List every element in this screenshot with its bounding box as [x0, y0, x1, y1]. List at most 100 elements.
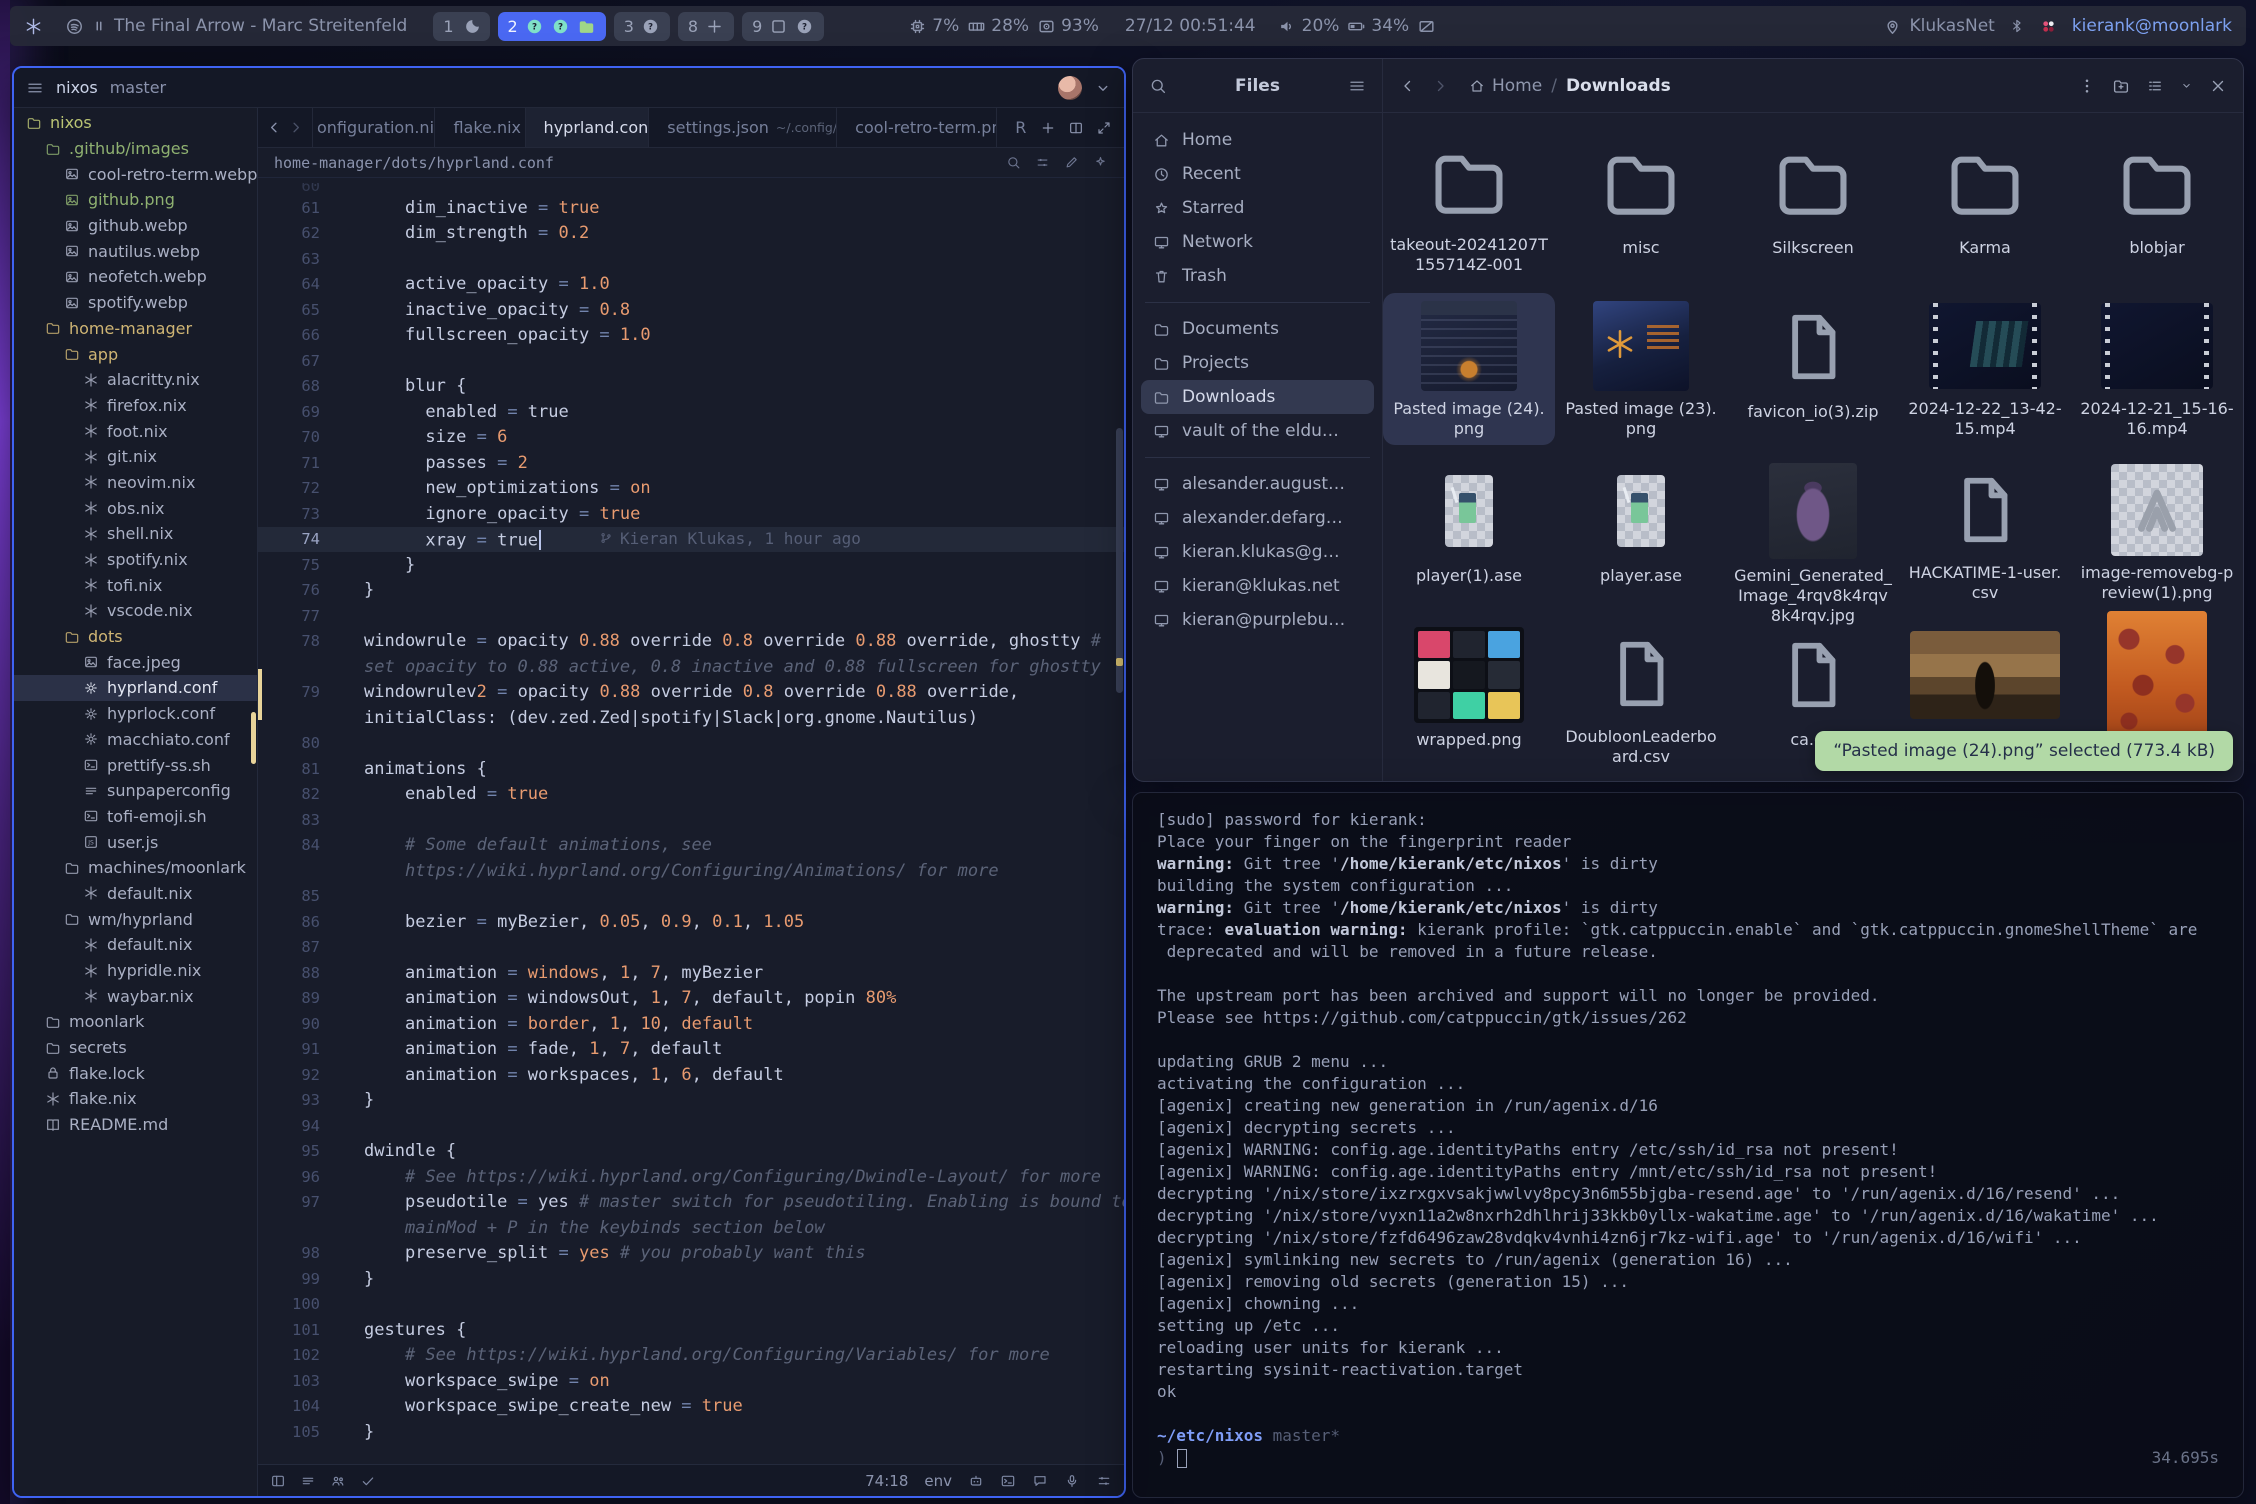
file-item-gemini-generated-image-4rqv8k4rqv8k4rqv.jpg[interactable]: Gemini_Generated_Image_4rqv8k4rqv8k4rqv.…	[1727, 457, 1899, 609]
terminal-panel-icon[interactable]	[1000, 1473, 1016, 1489]
media-module[interactable]: The Final Arrow - Marc Streitenfeld	[65, 16, 407, 36]
sidebar-item-home[interactable]: Home	[1141, 123, 1374, 157]
workspace-8[interactable]: 8	[678, 12, 734, 41]
file-item-pasted-image-(23).png[interactable]: Pasted image (23).png	[1555, 293, 1727, 445]
tree-item-flake.lock[interactable]: flake.lock	[14, 1060, 257, 1086]
tree-item-tofi.nix[interactable]: tofi.nix	[14, 572, 257, 598]
forward-icon[interactable]	[1431, 77, 1449, 95]
tree-item-macchiato.conf[interactable]: macchiato.conf	[14, 727, 257, 753]
file-item-favicon-io(3).zip[interactable]: favicon_io(3).zip	[1727, 293, 1899, 445]
level-speaker[interactable]: 20%	[1278, 16, 1340, 36]
tab-flake.nix[interactable]: flake.nix	[435, 108, 525, 147]
tree-item-firefox.nix[interactable]: firefox.nix	[14, 393, 257, 419]
tree-item-spotify.webp[interactable]: spotify.webp	[14, 290, 257, 316]
workspace-1[interactable]: 1	[433, 12, 489, 41]
file-item-misc[interactable]: misc	[1555, 129, 1727, 281]
file-item-takeout-20241207t155714z-001[interactable]: takeout-20241207T155714Z-001	[1383, 129, 1555, 281]
sidebar-item-alexander.defarg-[interactable]: alexander.defarg…	[1141, 501, 1374, 535]
tree-item-home-manager[interactable]: home-manager	[14, 316, 257, 342]
breadcrumb-current[interactable]: Downloads	[1566, 76, 1671, 96]
file-item-player.ase[interactable]: player.ase	[1555, 457, 1727, 609]
sparkle-icon[interactable]	[1093, 155, 1108, 170]
tree-item-readme.md[interactable]: README.md	[14, 1112, 257, 1138]
sidebar-item-trash[interactable]: Trash	[1141, 259, 1374, 293]
level-noscreen[interactable]	[1417, 17, 1436, 36]
tree-item-cool-retro-term.webp[interactable]: cool-retro-term.webp	[14, 161, 257, 187]
sidebar-item-network[interactable]: Network	[1141, 225, 1374, 259]
code-editor[interactable]: 6061 dim_inactive = true62 dim_strength …	[258, 178, 1124, 1464]
tree-item-waybar.nix[interactable]: waybar.nix	[14, 983, 257, 1009]
tree-item-secrets[interactable]: secrets	[14, 1035, 257, 1061]
tree-item-git.nix[interactable]: git.nix	[14, 444, 257, 470]
menu-icon[interactable]	[26, 79, 44, 97]
scrollbar-thumb[interactable]	[1116, 428, 1123, 693]
sidebar-item-starred[interactable]: Starred	[1141, 191, 1374, 225]
tree-item-user.js[interactable]: JSuser.js	[14, 829, 257, 855]
mic-icon[interactable]	[1064, 1473, 1080, 1489]
tray-app-icon[interactable]	[2039, 17, 2058, 36]
new-folder-icon[interactable]	[2112, 77, 2130, 95]
tree-item-sunpaperconfig[interactable]: sunpaperconfig	[14, 778, 257, 804]
tree-item-dots[interactable]: dots	[14, 624, 257, 650]
sidebar-item-downloads[interactable]: Downloads	[1141, 380, 1374, 414]
sidebar-item-kieran.klukas@g-[interactable]: kieran.klukas@g…	[1141, 535, 1374, 569]
file-item-2024-12-21-15-16-16.mp4[interactable]: 2024-12-21_15-16-16.mp4	[2071, 293, 2243, 445]
tree-item-hyprlock.conf[interactable]: hyprlock.conf	[14, 701, 257, 727]
outline-panel-icon[interactable]	[300, 1473, 316, 1489]
tree-item-neofetch.webp[interactable]: neofetch.webp	[14, 264, 257, 290]
project-panel-toggle-icon[interactable]	[270, 1473, 286, 1489]
project-name[interactable]: nixos	[56, 78, 98, 97]
workspace-9[interactable]: 9?	[742, 12, 824, 41]
pencil-icon[interactable]	[1064, 155, 1079, 170]
back-icon[interactable]	[1399, 77, 1417, 95]
tree-item-neovim.nix[interactable]: neovim.nix	[14, 470, 257, 496]
tree-item-face.jpeg[interactable]: face.jpeg	[14, 649, 257, 675]
tree-item-spotify.nix[interactable]: spotify.nix	[14, 547, 257, 573]
workspace-3[interactable]: 3?	[614, 12, 670, 41]
chat-panel-icon[interactable]	[1032, 1473, 1048, 1489]
file-item-image-removebg-preview(1).png[interactable]: image-removebg-preview(1).png	[2071, 457, 2243, 609]
bluetooth-icon[interactable]	[2009, 18, 2025, 34]
nav-back-icon[interactable]	[266, 119, 283, 136]
file-item-pasted-image-(24).png[interactable]: Pasted image (24).png	[1383, 293, 1555, 445]
tree-item-prettify-ss.sh[interactable]: prettify-ss.sh	[14, 752, 257, 778]
hamburger-menu-icon[interactable]	[1348, 77, 1366, 95]
tab-r[interactable]: R	[997, 108, 1028, 147]
new-tab-icon[interactable]	[1040, 120, 1056, 136]
network-module[interactable]: KlukasNet	[1883, 16, 1995, 36]
workspace-2[interactable]: 2??	[498, 12, 606, 41]
avatar[interactable]	[1058, 76, 1082, 100]
sidebar-item-recent[interactable]: Recent	[1141, 157, 1374, 191]
split-pane-icon[interactable]	[1068, 120, 1084, 136]
sidebar-item-vault-of-the-eldu-[interactable]: vault of the eldu…	[1141, 414, 1374, 448]
tree-item-moonlark[interactable]: moonlark	[14, 1009, 257, 1035]
tree-item-flake.nix[interactable]: flake.nix	[14, 1086, 257, 1112]
file-item-hackatime-1-user.csv[interactable]: HACKATIME-1-user.csv	[1899, 457, 2071, 609]
tree-item-app[interactable]: app	[14, 341, 257, 367]
tab-cool-retro-term.png[interactable]: cool-retro-term.png	[837, 108, 997, 147]
tree-item-default.nix[interactable]: default.nix	[14, 932, 257, 958]
tree-item-machines-moonlark[interactable]: machines/moonlark	[14, 855, 257, 881]
collab-panel-icon[interactable]	[330, 1473, 346, 1489]
sliders-icon[interactable]	[1035, 155, 1050, 170]
sidebar-item-kieran@purplebu-[interactable]: kieran@purplebu…	[1141, 603, 1374, 637]
sidebar-item-documents[interactable]: Documents	[1141, 312, 1374, 346]
cursor-position[interactable]: 74:18	[865, 1472, 908, 1490]
tree-item-hyprland.conf[interactable]: hyprland.conf	[14, 675, 257, 701]
tab-onfiguration.nix[interactable]: onfiguration.nix	[313, 108, 435, 147]
tree-item-shell.nix[interactable]: shell.nix	[14, 521, 257, 547]
file-item-wrapped.png[interactable]: wrapped.png	[1383, 621, 1555, 773]
tree-item-foot.nix[interactable]: foot.nix	[14, 418, 257, 444]
file-item-2024-12-22-13-42-15.mp4[interactable]: 2024-12-22_13-42-15.mp4	[1899, 293, 2071, 445]
panel-scrollbar-thumb[interactable]	[251, 712, 256, 764]
file-item-blobjar[interactable]: blobjar	[2071, 129, 2243, 281]
view-toggle-icon[interactable]	[2146, 77, 2164, 95]
close-window-icon[interactable]	[2209, 77, 2227, 95]
file-item-player(1).ase[interactable]: player(1).ase	[1383, 457, 1555, 609]
tree-item-obs.nix[interactable]: obs.nix	[14, 495, 257, 521]
tree-item-.github-images[interactable]: .github/images	[14, 136, 257, 162]
tree-item-nixos[interactable]: nixos	[14, 110, 257, 136]
kebab-menu-icon[interactable]	[2078, 77, 2096, 95]
tree-item-vscode.nix[interactable]: vscode.nix	[14, 598, 257, 624]
nav-forward-icon[interactable]	[287, 119, 304, 136]
